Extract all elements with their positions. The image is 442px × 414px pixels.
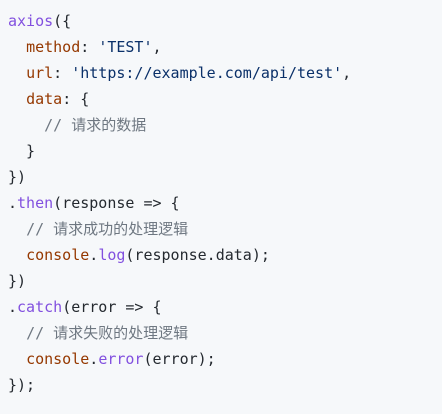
code-token: : <box>53 64 72 82</box>
code-function: error <box>98 350 144 368</box>
code-token: (error); <box>143 350 216 368</box>
code-token: (error => { <box>62 298 162 316</box>
code-line: // 请求成功的处理逻辑 <box>8 216 442 242</box>
code-line: method: 'TEST', <box>8 34 442 60</box>
code-comment: // 请求失败的处理逻辑 <box>26 324 189 342</box>
code-comment: // 请求成功的处理逻辑 <box>26 220 189 238</box>
code-line: data: { <box>8 86 442 112</box>
code-line: } <box>8 138 442 164</box>
code-token: ({ <box>53 12 72 30</box>
code-token: : { <box>62 90 90 108</box>
code-property: data <box>26 90 63 108</box>
code-function: catch <box>17 298 63 316</box>
code-line: axios({ <box>8 8 442 34</box>
code-function: axios <box>8 12 54 30</box>
code-object: console <box>26 350 90 368</box>
code-token: }) <box>8 168 27 186</box>
code-function: then <box>17 194 54 212</box>
code-line: .catch(error => { <box>8 294 442 320</box>
code-block: axios({ method: 'TEST', url: 'https://ex… <box>0 0 442 414</box>
code-token: (response.data); <box>125 246 270 264</box>
code-token: , <box>342 64 352 82</box>
code-string: 'https://example.com/api/test' <box>71 64 343 82</box>
code-property: url <box>26 64 54 82</box>
code-object: console <box>26 246 90 264</box>
code-line: url: 'https://example.com/api/test', <box>8 60 442 86</box>
code-token: }) <box>8 272 27 290</box>
code-line: // 请求失败的处理逻辑 <box>8 320 442 346</box>
code-line: .then(response => { <box>8 190 442 216</box>
code-comment: // 请求的数据 <box>44 116 147 134</box>
code-line: }) <box>8 268 442 294</box>
code-function: log <box>98 246 126 264</box>
code-token: . <box>89 246 99 264</box>
code-token: . <box>8 194 18 212</box>
code-line: }); <box>8 372 442 398</box>
code-line: }) <box>8 164 442 190</box>
code-string: 'TEST' <box>98 38 153 56</box>
code-token: }); <box>8 376 36 394</box>
code-property: method <box>26 38 81 56</box>
code-line: // 请求的数据 <box>8 112 442 138</box>
code-token: . <box>89 350 99 368</box>
code-token: , <box>152 38 162 56</box>
code-token: . <box>8 298 18 316</box>
code-line: console.log(response.data); <box>8 242 442 268</box>
code-token: } <box>8 142 36 160</box>
code-token: (response => { <box>53 194 180 212</box>
code-line: console.error(error); <box>8 346 442 372</box>
code-token: : <box>80 38 99 56</box>
